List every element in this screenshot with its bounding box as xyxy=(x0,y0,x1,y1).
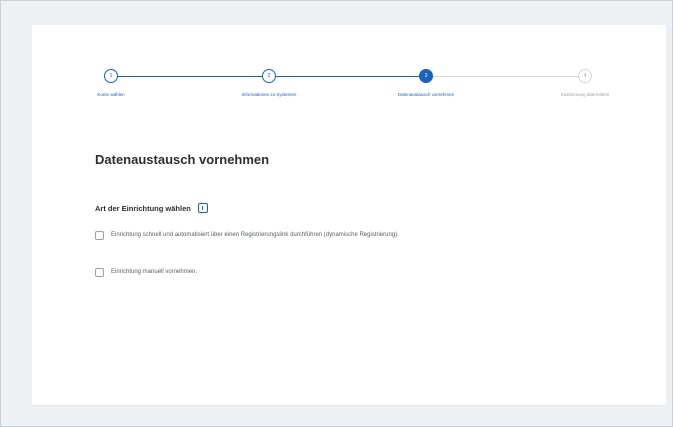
option-automatic-checkbox[interactable] xyxy=(95,231,104,240)
step-2-label[interactable]: Informationen zu Systemen xyxy=(242,92,297,97)
stepper-line-3 xyxy=(433,76,585,77)
step-4-label: Zustimmung übermitteln xyxy=(560,92,610,97)
section-heading: Art der Einrichtung wählen xyxy=(95,203,208,213)
stepper-line-2 xyxy=(276,76,426,77)
section-heading-text: Art der Einrichtung wählen xyxy=(95,203,191,213)
option-manual[interactable]: Einrichtung manuell vornehmen. xyxy=(95,267,511,277)
step-3-circle[interactable]: 3 xyxy=(419,69,433,83)
step-3-label[interactable]: Datenaustausch vornehmen xyxy=(398,92,454,97)
option-automatic[interactable]: Einrichtung schnell und automatisiert üb… xyxy=(95,230,511,240)
page-title: Datenaustausch vornehmen xyxy=(95,152,270,167)
option-automatic-label[interactable]: Einrichtung schnell und automatisiert üb… xyxy=(111,230,511,240)
wizard-card: 1 2 3 4 Konto wählen Informationen zu Sy… xyxy=(32,25,666,406)
progress-stepper: 1 2 3 4 Konto wählen Informationen zu Sy… xyxy=(32,25,666,115)
option-manual-label[interactable]: Einrichtung manuell vornehmen. xyxy=(111,267,511,277)
info-icon[interactable] xyxy=(197,203,208,213)
step-1-label[interactable]: Konto wählen xyxy=(97,92,124,97)
option-manual-checkbox[interactable] xyxy=(95,268,104,277)
app-frame: 1 2 3 4 Konto wählen Informationen zu Sy… xyxy=(0,0,673,427)
step-2-circle[interactable]: 2 xyxy=(262,69,276,83)
stepper-line-1 xyxy=(118,76,269,77)
step-4-circle: 4 xyxy=(578,69,592,83)
step-1-circle[interactable]: 1 xyxy=(104,69,118,83)
